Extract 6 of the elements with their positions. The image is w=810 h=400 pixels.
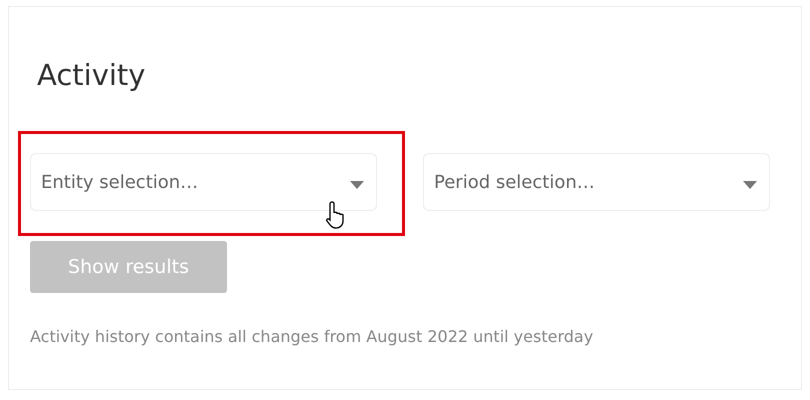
caret-icon: [743, 181, 757, 189]
section-title: Activity: [37, 57, 146, 93]
select-field[interactable]: Period selection…: [423, 153, 770, 211]
history-note: Activity history contains all changes from August 2022 until yesterday: [30, 327, 594, 346]
caret-icon: [350, 181, 364, 189]
select-field[interactable]: Entity selection…: [30, 153, 377, 211]
